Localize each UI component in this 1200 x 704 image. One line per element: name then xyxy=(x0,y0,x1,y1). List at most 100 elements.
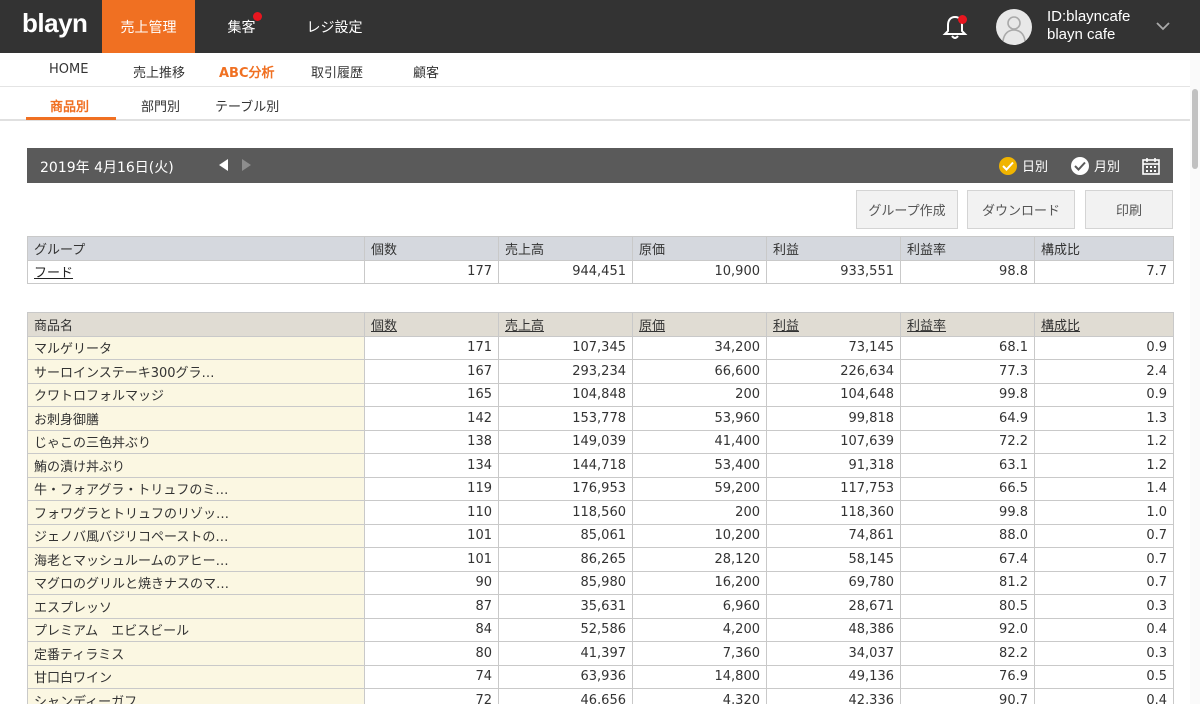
value-cell: 73,145 xyxy=(766,335,901,360)
table-row[interactable]: 甘口白ワイン 74 63,936 14,800 49,136 76.9 0.5 xyxy=(27,664,1174,689)
sort-profit[interactable]: 利益 xyxy=(766,312,901,337)
tab-customers[interactable]: 顧客 xyxy=(413,62,439,81)
product-name-cell: 牛・フォアグラ・トリュフのミ… xyxy=(27,476,365,501)
value-cell: 4,320 xyxy=(632,688,767,704)
value-cell: 28,120 xyxy=(632,547,767,572)
tab-sales-trend[interactable]: 売上推移 xyxy=(133,62,185,81)
value-cell: 0.5 xyxy=(1034,664,1174,689)
caret-right-icon[interactable] xyxy=(242,159,251,171)
scrollbar[interactable] xyxy=(1190,53,1200,704)
monthly-radio[interactable]: 月別 xyxy=(1071,156,1120,175)
product-name-cell: サーロインステーキ300グラ… xyxy=(27,359,365,384)
value-cell: 88.0 xyxy=(900,523,1035,548)
product-name-cell: マグロのグリルと焼きナスのマ… xyxy=(27,570,365,595)
value-cell: 42,336 xyxy=(766,688,901,704)
sort-sales[interactable]: 売上高 xyxy=(498,312,633,337)
value-cell: 99.8 xyxy=(900,500,1035,525)
product-table-body: マルゲリータ 171 107,345 34,200 73,145 68.1 0.9 サーロイン… xyxy=(27,335,1174,704)
download-button[interactable]: ダウンロード xyxy=(967,190,1075,229)
value-cell: 64.9 xyxy=(900,406,1035,431)
value-cell: 66,600 xyxy=(632,359,767,384)
main-nav: 売上管理 集客 レジ設定 xyxy=(102,0,381,53)
value-cell: 34,037 xyxy=(766,641,901,666)
table-row[interactable]: クワトロフォルマッジ 165 104,848 200 104,648 99.8 0.9 xyxy=(27,382,1174,407)
value-cell: 142 xyxy=(364,406,499,431)
value-cell: 86,265 xyxy=(498,547,633,572)
value-cell: 293,234 xyxy=(498,359,633,384)
tab-abc-analysis[interactable]: ABC分析 xyxy=(219,62,275,81)
value-cell: 53,960 xyxy=(632,406,767,431)
value-cell: 85,980 xyxy=(498,570,633,595)
current-date: 2019年 4月16日(火) xyxy=(40,160,174,176)
tab-home[interactable]: HOME xyxy=(49,62,88,77)
daily-radio[interactable]: 日別 xyxy=(999,156,1048,175)
product-name-cell: シャンディーガフ xyxy=(27,688,365,704)
value-cell: 76.9 xyxy=(900,664,1035,689)
col-sales: 売上高 xyxy=(498,236,633,261)
value-cell: 99.8 xyxy=(900,382,1035,407)
tab-by-department[interactable]: 部門別 xyxy=(141,96,180,115)
table-row[interactable]: マルゲリータ 171 107,345 34,200 73,145 68.1 0.9 xyxy=(27,335,1174,360)
table-row[interactable]: 海老とマッシュルームのアヒー… 101 86,265 28,120 58,145 67.4… xyxy=(27,547,1174,572)
date-bar: 2019年 4月16日(火) 日別 月別 xyxy=(27,148,1173,183)
tab-transaction-history[interactable]: 取引履歴 xyxy=(311,62,363,81)
nav-item-customers[interactable]: 集客 xyxy=(195,0,288,53)
notification-badge xyxy=(958,15,967,24)
table-row[interactable]: 定番ティラミス 80 41,397 7,360 34,037 82.2 0.3 xyxy=(27,641,1174,666)
table-row[interactable]: 牛・フォアグラ・トリュフのミ… 119 176,953 59,200 117,753 66… xyxy=(27,476,1174,501)
table-row[interactable]: サーロインステーキ300グラ… 167 293,234 66,600 226,634 77… xyxy=(27,359,1174,384)
check-circle-icon xyxy=(999,156,1017,175)
account-id: ID:blayncafe xyxy=(1047,8,1131,25)
value-cell: 1.4 xyxy=(1034,476,1174,501)
value-cell: 52,586 xyxy=(498,617,633,642)
value-cell: 87 xyxy=(364,594,499,619)
group-link[interactable]: フード xyxy=(27,259,365,284)
value-cell: 48,386 xyxy=(766,617,901,642)
table-row[interactable]: エスプレッソ 87 35,631 6,960 28,671 80.5 0.3 xyxy=(27,594,1174,619)
col-cost: 原価 xyxy=(632,236,767,261)
value-cell: 41,400 xyxy=(632,429,767,454)
tab-by-table[interactable]: テーブル別 xyxy=(215,96,279,115)
product-name-cell: お刺身御膳 xyxy=(27,406,365,431)
product-name-cell: クワトロフォルマッジ xyxy=(27,382,365,407)
table-row[interactable]: フォワグラとトリュフのリゾッ… 110 118,560 200 118,360 99.8 1… xyxy=(27,500,1174,525)
table-row[interactable]: じゃこの三色丼ぶり 138 149,039 41,400 107,639 72.2 1.2 xyxy=(27,429,1174,454)
tab-by-product[interactable]: 商品別 xyxy=(50,96,89,115)
caret-left-icon[interactable] xyxy=(219,159,228,171)
value-cell: 144,718 xyxy=(498,453,633,478)
table-row[interactable]: マグロのグリルと焼きナスのマ… 90 85,980 16,200 69,780 81.2 0… xyxy=(27,570,1174,595)
logo[interactable]: blayn xyxy=(22,8,88,39)
product-name-cell: 鮪の漬け丼ぶり xyxy=(27,453,365,478)
sort-profit-rate[interactable]: 利益率 xyxy=(900,312,1035,337)
user-avatar-icon[interactable] xyxy=(996,9,1032,45)
sort-cost[interactable]: 原価 xyxy=(632,312,767,337)
table-row[interactable]: ジェノバ風バジリコペーストの… 101 85,061 10,200 74,861 88.0… xyxy=(27,523,1174,548)
print-button[interactable]: 印刷 xyxy=(1085,190,1173,229)
table-row[interactable]: お刺身御膳 142 153,778 53,960 99,818 64.9 1.3 xyxy=(27,406,1174,431)
value-cell: 68.1 xyxy=(900,335,1035,360)
value-cell: 149,039 xyxy=(498,429,633,454)
bell-icon[interactable] xyxy=(940,12,970,42)
value-cell: 0.7 xyxy=(1034,523,1174,548)
sort-composition[interactable]: 構成比 xyxy=(1034,312,1174,337)
value-cell: 35,631 xyxy=(498,594,633,619)
value-cell: 91,318 xyxy=(766,453,901,478)
value-cell: 107,345 xyxy=(498,335,633,360)
value-cell: 200 xyxy=(632,500,767,525)
nav-item-sales[interactable]: 売上管理 xyxy=(102,0,195,53)
chevron-down-icon[interactable] xyxy=(1156,20,1170,31)
sort-quantity[interactable]: 個数 xyxy=(364,312,499,337)
group-create-button[interactable]: グループ作成 xyxy=(856,190,958,229)
table-row[interactable]: プレミアム エビスビール 84 52,586 4,200 48,386 92.0 0.4 xyxy=(27,617,1174,642)
scrollbar-thumb[interactable] xyxy=(1192,89,1198,169)
calendar-icon[interactable] xyxy=(1141,156,1161,176)
product-name-cell: ジェノバ風バジリコペーストの… xyxy=(27,523,365,548)
table-row[interactable]: 鮪の漬け丼ぶり 134 144,718 53,400 91,318 63.1 1.2 xyxy=(27,453,1174,478)
table-row[interactable]: シャンディーガフ 72 46,656 4,320 42,336 90.7 0.4 xyxy=(27,688,1174,704)
value-cell: 58,145 xyxy=(766,547,901,572)
value-cell: 226,634 xyxy=(766,359,901,384)
account-info[interactable]: ID:blayncafe blayn cafe xyxy=(1047,8,1130,44)
nav-item-register-settings[interactable]: レジ設定 xyxy=(288,0,381,53)
value-cell: 84 xyxy=(364,617,499,642)
value-cell: 81.2 xyxy=(900,570,1035,595)
